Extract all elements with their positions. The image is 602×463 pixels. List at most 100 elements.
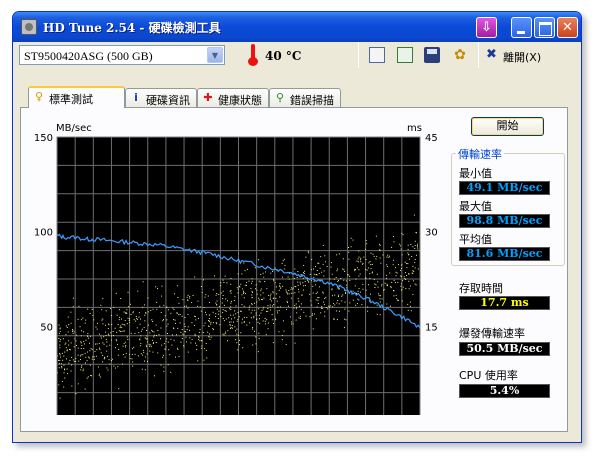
access-time-point <box>61 380 63 382</box>
access-time-point <box>391 281 393 283</box>
access-time-point <box>135 320 137 322</box>
access-time-point <box>93 319 95 321</box>
access-time-point <box>355 269 357 271</box>
access-time-point <box>386 283 388 285</box>
pin-button[interactable]: ⇩ <box>476 17 497 38</box>
access-time-point <box>100 337 102 339</box>
access-time-point <box>136 327 138 329</box>
tab-benchmark[interactable]: ♀ 標準測試 <box>28 86 125 108</box>
access-time-point <box>281 334 283 336</box>
access-time-point <box>119 331 121 333</box>
access-time-point <box>151 330 153 332</box>
access-time-point <box>258 318 260 320</box>
access-time-point <box>307 280 309 282</box>
access-time-point <box>327 308 329 310</box>
access-time-point <box>294 285 296 287</box>
access-time-point <box>337 300 339 302</box>
access-time-point <box>178 314 180 316</box>
access-time-point <box>354 285 356 287</box>
access-time-point <box>315 293 317 295</box>
access-time-point <box>362 288 364 290</box>
access-time-point <box>256 318 258 320</box>
drive-select[interactable]: ST9500420ASG (500 GB) ▼ <box>19 45 225 65</box>
access-time-point <box>352 299 354 301</box>
copy-text-icon[interactable] <box>369 47 385 63</box>
access-time-point <box>216 308 218 310</box>
access-time-point <box>249 322 251 324</box>
access-time-point <box>92 356 94 358</box>
access-time-point <box>359 259 361 261</box>
access-time-point <box>364 248 366 250</box>
access-time-point <box>407 263 409 265</box>
access-time-point <box>75 393 77 395</box>
access-time-point <box>291 323 293 325</box>
access-time-point <box>373 255 375 257</box>
access-time-point <box>318 262 320 264</box>
access-time-point <box>183 323 185 325</box>
access-time-point <box>81 330 83 332</box>
access-time-point <box>118 330 120 332</box>
access-time-point <box>129 321 131 323</box>
access-time-point <box>200 340 202 342</box>
access-time-point <box>338 279 340 281</box>
save-icon[interactable] <box>424 47 440 63</box>
access-time-point <box>59 353 61 355</box>
maximize-button[interactable] <box>534 17 555 38</box>
tab-error-scan[interactable]: ⚲ 錯誤掃描 <box>269 88 341 107</box>
access-time-point <box>250 287 252 289</box>
access-time-point <box>180 341 182 343</box>
access-time-point <box>84 322 86 324</box>
access-time-point <box>299 315 301 317</box>
access-time-point <box>227 330 229 332</box>
access-time-point <box>208 336 210 338</box>
access-time-point <box>262 292 264 294</box>
access-time-point <box>101 319 103 321</box>
close-button[interactable]: ✕ <box>557 17 578 38</box>
access-time-point <box>258 299 260 301</box>
exit-button[interactable]: 離開(X) <box>503 49 541 65</box>
access-time-point <box>401 283 403 285</box>
access-time-point <box>72 332 74 334</box>
access-time-point <box>271 314 273 316</box>
exit-icon[interactable]: ✖ <box>486 47 497 62</box>
access-time-point <box>62 338 64 340</box>
access-time-point <box>325 296 327 298</box>
access-time-point <box>196 305 198 307</box>
access-time-point <box>331 273 333 275</box>
access-time-point <box>380 262 382 264</box>
access-time-point <box>365 289 367 291</box>
access-time-point <box>158 334 160 336</box>
access-time-point <box>70 311 72 313</box>
access-time-point <box>341 300 343 302</box>
minimize-button[interactable] <box>511 17 532 38</box>
options-icon[interactable]: ✿ <box>452 47 468 63</box>
access-time-point <box>85 339 87 341</box>
copy-screenshot-icon[interactable] <box>397 47 413 63</box>
access-time-point <box>260 294 262 296</box>
avg-label: 平均值 <box>459 233 492 246</box>
tab-info[interactable]: i 硬碟資訊 <box>125 88 197 107</box>
title-bar[interactable]: HD Tune 2.54 - 硬碟檢測工具 ⇩ ✕ <box>13 12 581 42</box>
access-time-point <box>230 302 232 304</box>
access-time-point <box>393 259 395 261</box>
access-time-point <box>342 294 344 296</box>
access-time-point <box>194 276 196 278</box>
access-time-point <box>272 292 274 294</box>
access-time-point <box>82 317 84 319</box>
y-left-tick-label: 100 <box>34 228 53 239</box>
access-time-point <box>409 301 411 303</box>
access-time-point <box>370 252 372 254</box>
access-time-point <box>236 333 238 335</box>
access-time-point <box>307 251 309 253</box>
access-time-point <box>299 317 301 319</box>
access-time-point <box>126 309 128 311</box>
access-time-point <box>189 297 191 299</box>
tab-health[interactable]: ✚ 健康狀態 <box>197 88 269 107</box>
start-button[interactable]: 開始 <box>471 117 544 136</box>
access-time-point <box>255 343 257 345</box>
access-time-point <box>208 301 210 303</box>
access-time-point <box>245 293 247 295</box>
chevron-down-icon[interactable]: ▼ <box>207 47 223 63</box>
access-time-point <box>345 292 347 294</box>
access-time-point <box>263 306 265 308</box>
